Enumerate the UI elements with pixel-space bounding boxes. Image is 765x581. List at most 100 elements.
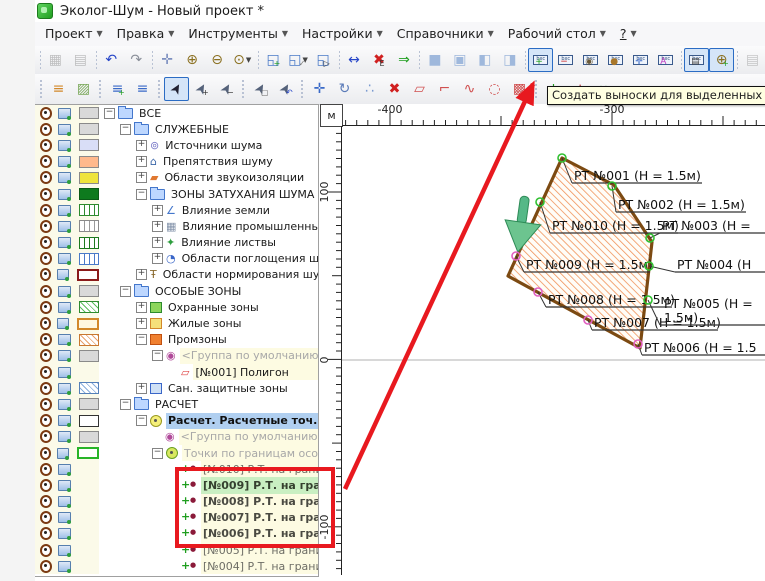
calc-point-callout[interactable]: РТ №001 (H = 1.5м) [562,158,702,183]
menu-item-?[interactable]: ?▼ [613,24,644,44]
tree-row-label[interactable]: Влияние земли [180,202,318,218]
tree-row-label[interactable]: Жилые зоны [166,315,318,331]
tree-row[interactable]: +▦Влияние промышленных зон [35,218,318,234]
toolbar-grip[interactable] [680,51,682,69]
undo-button[interactable]: ↶ [99,48,124,72]
print-icon[interactable] [58,480,71,491]
select-minus-button[interactable]: ➤− [214,77,239,101]
select-plus-button[interactable]: ➤+ [189,77,214,101]
expander[interactable]: + [152,253,163,264]
tree-row[interactable]: −СЛУЖЕБНЫЕ [35,121,318,137]
expander[interactable]: − [136,189,147,200]
visibility-eye-icon[interactable] [40,544,52,557]
layer-image-button[interactable]: ▨ [71,77,96,101]
menu-item-инструменты[interactable]: Инструменты▼ [181,24,295,44]
edit-nodes-button[interactable]: ∴ [357,77,382,101]
node-pick-button[interactable]: ◱▷ [311,48,336,72]
expander[interactable]: + [152,221,163,232]
expander[interactable]: + [136,172,147,183]
layer-list-button[interactable]: ≡ [130,77,155,101]
shape-union-button[interactable]: ■ [422,48,447,72]
visibility-eye-icon[interactable] [40,495,52,508]
color-swatch[interactable] [79,107,99,119]
node-check-button[interactable]: ◱✓▼ [286,48,311,72]
print-icon[interactable] [58,545,71,556]
map-area[interactable]: м -400-300 1000-100 РТ №001 (H = 1.5м)РТ… [320,104,765,575]
print-icon[interactable] [58,286,71,297]
color-swatch[interactable] [77,318,99,330]
callout-font-button[interactable]: bxcA [653,48,678,72]
toolbar-grip[interactable] [736,51,738,69]
hatch-tool-button[interactable]: ▩ [507,77,532,101]
tree-row-label[interactable]: [№004] Р.Т. на границ... [201,558,318,574]
color-swatch[interactable] [79,334,99,346]
calc-point-callout[interactable]: РТ №004 (H [649,257,765,272]
print-icon[interactable] [58,415,71,426]
print-icon[interactable] [58,464,71,475]
measure-distance-button[interactable]: ↔ [341,48,366,72]
visibility-eye-icon[interactable] [40,447,51,460]
toolbar-grip[interactable] [95,51,97,69]
calc-point-callout[interactable]: РТ №003 (H = [650,218,765,238]
visibility-eye-icon[interactable] [40,398,52,411]
expander[interactable]: + [136,140,147,151]
expander[interactable]: + [152,237,163,248]
visibility-eye-icon[interactable] [40,236,52,249]
tree-row[interactable]: +∠Влияние земли [35,202,318,218]
print-icon[interactable] [58,156,71,167]
color-swatch[interactable] [79,172,99,184]
color-swatch[interactable] [79,415,99,427]
corner-tool-button[interactable]: ⌐ [432,77,457,101]
visibility-eye-icon[interactable] [40,107,52,120]
visibility-eye-icon[interactable] [40,171,52,184]
tree-row[interactable]: ◉<Группа по умолчанию> [35,429,318,445]
expander[interactable]: + [136,269,147,280]
print-icon[interactable] [58,350,71,361]
color-swatch[interactable] [79,156,99,168]
color-swatch[interactable] [79,398,99,410]
visibility-eye-icon[interactable] [40,301,52,314]
curve-tool-button[interactable]: ∿ [457,77,482,101]
visibility-eye-icon[interactable] [40,333,52,346]
tree-row-label[interactable]: РАСЧЕТ [153,396,318,412]
toolbar-grip[interactable] [151,51,153,69]
visibility-eye-icon[interactable] [40,463,52,476]
menu-item-рабочийстол[interactable]: Рабочий стол▼ [501,24,613,44]
visibility-eye-icon[interactable] [40,155,52,168]
toolbar-grip[interactable] [524,51,526,69]
tree-row-label[interactable]: Источники шума [163,137,318,153]
print-icon[interactable] [58,253,71,264]
calc-point-callout[interactable]: РТ №008 (H = 1.5м) [538,292,675,307]
calc-point-callout[interactable]: РТ №007 (H = 1.5м) [588,315,721,330]
print-icon[interactable] [57,448,69,459]
visibility-eye-icon[interactable] [40,220,52,233]
visibility-eye-icon[interactable] [40,511,52,524]
tree-row-label[interactable]: Влияние листвы [179,235,318,251]
tree-row[interactable]: +ŦОбласти нормирования шума [35,267,318,283]
print-icon[interactable] [58,367,71,378]
color-swatch[interactable] [79,139,99,151]
visibility-eye-icon[interactable] [40,268,51,281]
color-swatch[interactable] [79,253,99,265]
tree-row-label[interactable]: ОСОБЫЕ ЗОНЫ [153,283,318,299]
tree-row-label[interactable]: Промзоны [166,332,318,348]
expander[interactable]: + [136,302,147,313]
color-swatch[interactable] [79,431,99,443]
print-icon[interactable] [58,140,71,151]
print-icon[interactable] [58,189,71,200]
color-swatch[interactable] [79,220,99,232]
zoom-out-button[interactable]: ⊖ [205,48,230,72]
toolbar-grip[interactable] [418,51,420,69]
visibility-eye-icon[interactable] [40,188,52,201]
toolbar-grip[interactable] [39,51,41,69]
tree-row[interactable]: −ЗОНЫ ЗАТУХАНИЯ ШУМА [35,186,318,202]
color-swatch[interactable] [79,204,99,216]
tree-row-label[interactable]: Области звукоизоляции [162,170,318,186]
measure-export-button[interactable]: ⇒ [391,48,416,72]
print-icon[interactable] [58,221,71,232]
tree-row[interactable]: +⌂Препятствия шуму [35,154,318,170]
expander[interactable]: − [136,415,147,426]
node-add-button[interactable]: ◱+ [261,48,286,72]
tree-row[interactable]: +▰Области звукоизоляции [35,170,318,186]
print-icon[interactable] [58,383,71,394]
